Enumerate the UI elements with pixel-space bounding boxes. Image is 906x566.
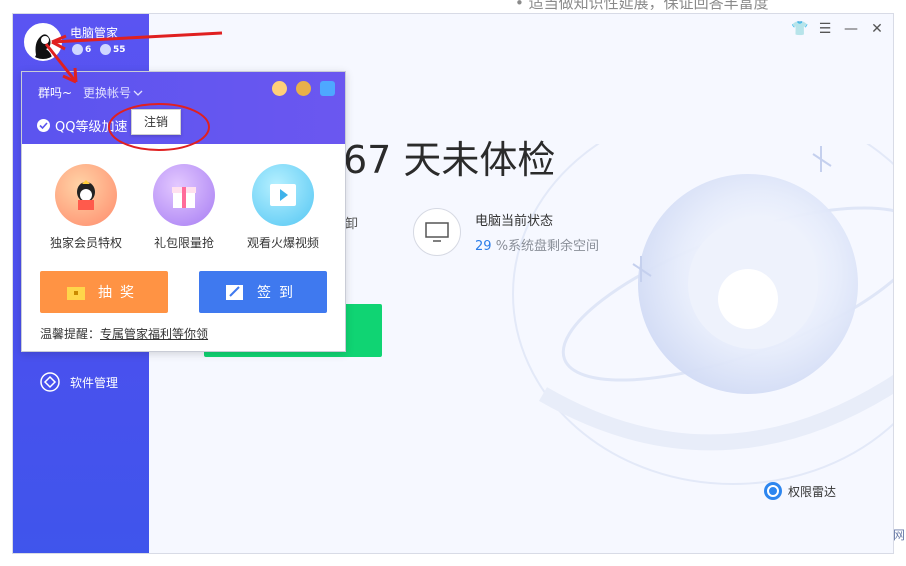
minimize-icon[interactable]: — — [843, 21, 859, 37]
qq-level-accelerate[interactable]: QQ等级加速 — [37, 116, 127, 135]
close-icon[interactable]: ✕ — [869, 21, 885, 37]
signin-button[interactable]: 签到 — [199, 271, 327, 313]
level-value: 55 — [113, 44, 126, 55]
app-name: 电脑管家 — [70, 26, 119, 40]
level-value: 6 — [85, 44, 92, 55]
checkup-title: 67 天未体检 — [343, 138, 556, 182]
member-face-icon[interactable] — [272, 81, 287, 96]
chevron-down-icon — [133, 90, 143, 96]
skin-icon[interactable]: 👕 — [791, 21, 808, 37]
accelerate-label: QQ等级加速 — [55, 120, 128, 135]
disk-free-value: 29 — [475, 239, 492, 254]
switch-account-label: 更换帐号 — [83, 86, 132, 100]
video-play-icon — [252, 164, 314, 226]
pen-note-icon — [226, 285, 243, 300]
logout-tooltip[interactable]: 注销 — [131, 109, 181, 135]
notice-link[interactable]: 专属管家福利等你领 — [100, 327, 208, 341]
switch-account-button[interactable]: 更换帐号 — [83, 84, 143, 101]
sidebar-item-software-manager[interactable]: 软件管理 — [39, 371, 118, 393]
feature-hot-video[interactable]: 观看火爆视频 — [238, 164, 328, 251]
notice: 温馨提醒：专属管家福利等你领 — [40, 325, 208, 342]
menu-icon[interactable]: ☰ — [817, 21, 833, 37]
sidebar-item-label: 软件管理 — [70, 375, 119, 390]
level-icon — [100, 44, 111, 55]
account-popup: 群吗~ 更换帐号 QQ等级加速 独家会员特权 礼包限量抢 观看火爆视频 抽奖 签… — [21, 71, 346, 352]
popup-username: 群吗~ — [38, 86, 73, 100]
partial-label: 卸 — [345, 217, 359, 232]
status-detail: 29 %系统盘剩余空间 — [475, 235, 599, 254]
disk-free-label: %系统盘剩余空间 — [495, 239, 600, 254]
treasure-chest-icon — [67, 287, 85, 300]
level-badge-1: 6 — [72, 44, 91, 55]
window-controls: 👕 ☰ — ✕ — [791, 21, 885, 37]
screen: • 适当做知识性延展，保证回答丰富度 网 电脑管家 6 55 软件管理 👕 ☰ … — [0, 0, 906, 566]
check-icon — [37, 119, 50, 132]
gift-box-icon — [153, 164, 215, 226]
level-icon — [72, 44, 83, 55]
qq-penguin-gift-icon — [55, 164, 117, 226]
coin-bag-icon[interactable] — [296, 81, 311, 96]
background-corner-text: 网 — [893, 528, 906, 542]
signin-label: 签到 — [257, 285, 301, 301]
feature-gift-pack[interactable]: 礼包限量抢 — [139, 164, 229, 251]
lottery-label: 抽奖 — [98, 285, 142, 301]
level-badge-2: 55 — [100, 44, 126, 55]
feature-label: 礼包限量抢 — [153, 236, 214, 250]
feature-member-privilege[interactable]: 独家会员特权 — [41, 164, 131, 251]
permission-radar[interactable]: 权限雷达 — [763, 481, 836, 501]
radar-label: 权限雷达 — [788, 484, 837, 499]
status-title: 电脑当前状态 — [475, 214, 554, 229]
lottery-button[interactable]: 抽奖 — [40, 271, 168, 313]
software-manager-icon — [40, 372, 60, 392]
shield-icon[interactable] — [320, 81, 335, 96]
monitor-icon — [413, 208, 461, 256]
popup-header-icons — [272, 81, 335, 96]
feature-label: 独家会员特权 — [49, 236, 122, 250]
feature-label: 观看火爆视频 — [246, 236, 319, 250]
background-text: • 适当做知识性延展，保证回答丰富度 — [515, 0, 769, 12]
user-avatar[interactable] — [24, 23, 62, 61]
pc-status: 电脑当前状态 29 %系统盘剩余空间 — [413, 208, 599, 256]
radar-icon — [764, 482, 782, 500]
popup-header: 群吗~ 更换帐号 QQ等级加速 — [22, 72, 345, 144]
notice-prefix: 温馨提醒： — [40, 327, 101, 341]
